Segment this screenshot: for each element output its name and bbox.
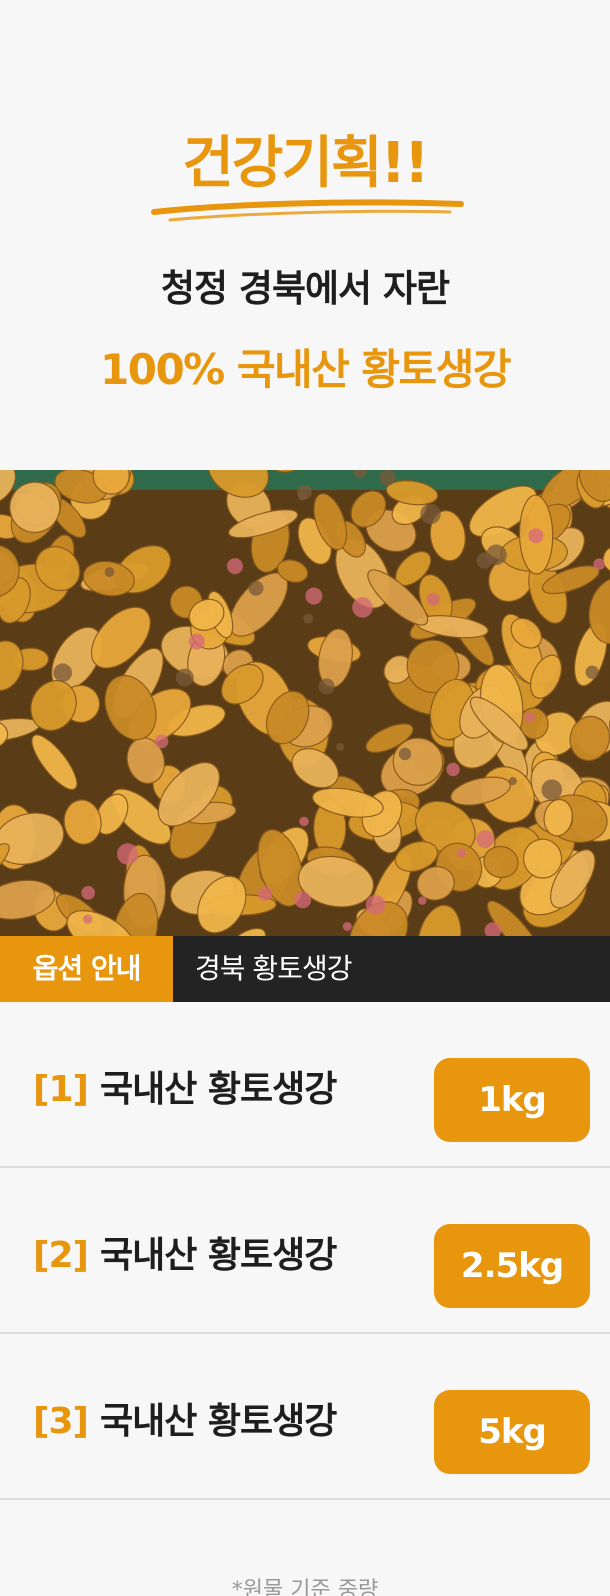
- option-row[interactable]: [2] 국내산 황토생강 2.5kg: [0, 1168, 610, 1334]
- weight-badge[interactable]: 2.5kg: [434, 1224, 590, 1308]
- option-number: [3]: [33, 1401, 89, 1442]
- option-info-bar: 옵션 안내 경북 황토생강: [0, 936, 610, 1002]
- option-number: [2]: [33, 1235, 89, 1276]
- brush-underline-icon: [151, 199, 464, 222]
- option-label: [2] 국내산 황토생강: [33, 1226, 337, 1278]
- option-list: [1] 국내산 황토생강 1kg [2] 국내산 황토생강 2.5kg [3] 국내산…: [0, 1002, 610, 1500]
- option-product-label: 경북 황토생강: [195, 952, 352, 985]
- option-name: 국내산 황토생강: [99, 1401, 337, 1442]
- subheading-product: 100% 국내산 황토생강: [100, 345, 511, 394]
- option-number: [1]: [33, 1069, 89, 1110]
- option-label: [3] 국내산 황토생강: [33, 1392, 337, 1444]
- header-section: 건강기획!! 청정 경북에서 자란 100% 국내산 황토생강: [0, 0, 610, 470]
- option-row[interactable]: [3] 국내산 황토생강 5kg: [0, 1334, 610, 1500]
- weight-footnote: *원물 기준 중량: [231, 1578, 379, 1596]
- subheading-origin: 청정 경북에서 자란: [160, 267, 450, 310]
- option-info-tab: 옵션 안내: [0, 936, 173, 1002]
- option-name: 국내산 황토생강: [99, 1235, 337, 1276]
- weight-badge[interactable]: 5kg: [434, 1390, 590, 1474]
- option-row[interactable]: [1] 국내산 황토생강 1kg: [0, 1002, 610, 1168]
- headline: 건강기획!!: [182, 131, 429, 196]
- weight-badge[interactable]: 1kg: [434, 1058, 590, 1142]
- option-label: [1] 국내산 황토생강: [33, 1060, 337, 1112]
- ginger-photo: [0, 470, 610, 936]
- option-name: 국내산 황토생강: [99, 1069, 337, 1110]
